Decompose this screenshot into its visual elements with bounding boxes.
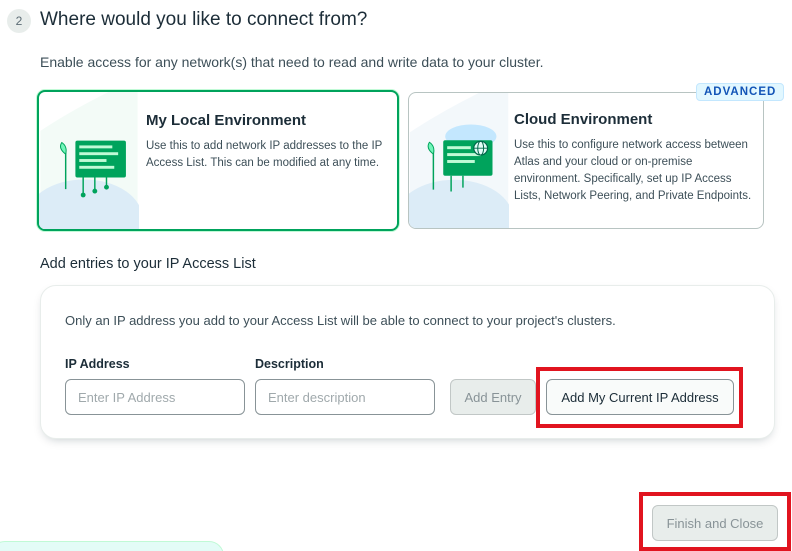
description-input[interactable] [255,379,435,415]
cloud-environment-card[interactable]: Cloud Environment Use this to configure … [408,92,764,229]
local-environment-card[interactable]: My Local Environment Use this to add net… [37,90,399,231]
local-environment-description: Use this to add network IP addresses to … [146,140,383,169]
ip-access-list-panel: Only an IP address you add to your Acces… [40,285,775,439]
description-label: Description [255,357,324,371]
add-current-ip-button[interactable]: Add My Current IP Address [546,379,734,415]
cloud-environment-description: Use this to configure network access bet… [514,139,752,202]
cloud-network-illustration-icon [409,93,509,228]
step-title: Where would you like to connect from? [40,9,368,30]
access-list-note: Only an IP address you add to your Acces… [65,313,616,328]
ip-address-label: IP Address [65,357,130,371]
bottom-status-pill [0,541,224,551]
cloud-environment-title: Cloud Environment [514,111,653,128]
finish-and-close-button[interactable]: Finish and Close [652,505,778,541]
local-network-illustration-icon [39,92,139,229]
advanced-badge: ADVANCED [696,83,785,101]
step-subtitle: Enable access for any network(s) that ne… [40,54,544,70]
add-entry-button[interactable]: Add Entry [450,379,536,415]
local-environment-title: My Local Environment [146,112,307,129]
access-list-heading: Add entries to your IP Access List [40,256,256,272]
ip-address-input[interactable] [65,379,245,415]
step-number-badge: 2 [7,9,31,33]
